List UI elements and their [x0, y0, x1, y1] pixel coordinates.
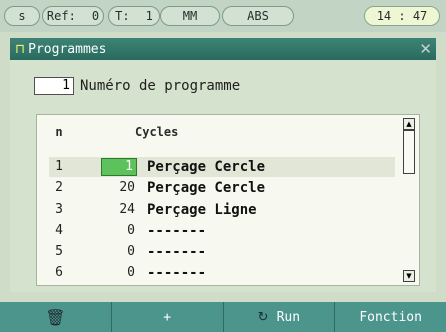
status-bar: s Ref: 0 T: 1 MM ABS 14 : 47: [0, 0, 446, 32]
function-label: Fonction: [359, 309, 422, 325]
close-icon[interactable]: ✕: [419, 40, 432, 58]
column-header-cycles: Cycles: [135, 125, 179, 139]
softkey-bar: 🗑 + ↻ Run Fonction: [0, 302, 446, 332]
run-softkey[interactable]: ↻ Run: [224, 302, 336, 332]
cycle-name: -------: [147, 223, 207, 239]
window-title: Programmes: [28, 41, 107, 57]
function-softkey[interactable]: Fonction: [335, 302, 446, 332]
table-row[interactable]: 2 20 Perçage Cercle: [49, 178, 395, 198]
cycle-name: -------: [147, 265, 207, 281]
delete-softkey[interactable]: 🗑: [0, 302, 112, 332]
ref-label: Ref:: [46, 9, 76, 23]
cycles-list: n Cycles 1 1 Perçage Cercle 2 20 Perçage…: [36, 114, 420, 286]
clock-value: 14 : 47: [376, 9, 428, 23]
window-titlebar: ⊓ Programmes ✕: [10, 38, 436, 60]
table-row[interactable]: 4 0 -------: [49, 221, 395, 241]
add-label: +: [163, 309, 172, 325]
mode-value: s: [18, 9, 26, 23]
window-body: 1 Numéro de programme n Cycles 1 1 Perça…: [10, 60, 436, 292]
program-number-label: Numéro de programme: [80, 78, 241, 94]
ref-value: 0: [91, 9, 100, 23]
trash-icon: 🗑: [45, 307, 66, 327]
cycle-value: 24: [119, 202, 135, 217]
unit-indicator: MM: [160, 6, 220, 26]
run-label: Run: [276, 309, 301, 325]
clock: 14 : 47: [364, 6, 440, 26]
coord-mode-value: ABS: [247, 9, 269, 23]
scroll-up-icon[interactable]: ▲: [403, 118, 415, 130]
row-number: 5: [55, 244, 63, 259]
row-number: 4: [55, 223, 63, 238]
ref-indicator: Ref: 0: [42, 6, 104, 26]
cycle-value: 0: [127, 223, 135, 238]
coord-mode-indicator: ABS: [222, 6, 294, 26]
cycle-name: Perçage Ligne: [147, 202, 257, 218]
cycle-value: 0: [127, 244, 135, 259]
mode-indicator: s: [4, 6, 40, 26]
tool-indicator: T: 1: [108, 6, 160, 26]
table-row[interactable]: 5 0 -------: [49, 242, 395, 262]
scroll-down-icon[interactable]: ▼: [403, 270, 415, 282]
column-header-n: n: [55, 125, 63, 139]
cycle-value-input[interactable]: 1: [101, 158, 137, 176]
tool-label: T:: [115, 9, 130, 23]
row-number: 2: [55, 180, 63, 195]
tool-value: 1: [145, 9, 153, 23]
table-row[interactable]: 6 0 -------: [49, 263, 395, 283]
row-number: 6: [55, 265, 63, 280]
cycle-name: -------: [147, 244, 207, 260]
cycle-name: Perçage Cercle: [147, 159, 266, 175]
program-number-field[interactable]: 1: [34, 77, 74, 95]
cycle-value: 0: [127, 265, 135, 280]
cycle-value: 20: [119, 180, 135, 195]
add-softkey[interactable]: +: [112, 302, 224, 332]
row-number: 3: [55, 202, 63, 217]
table-row[interactable]: 3 24 Perçage Ligne: [49, 200, 395, 220]
run-icon: ↻: [257, 309, 269, 325]
scroll-thumb[interactable]: [403, 130, 415, 174]
unit-value: MM: [182, 9, 198, 23]
row-number: 1: [55, 159, 63, 174]
list-scrollbar[interactable]: ▲ ▼: [403, 118, 415, 282]
table-row[interactable]: 1 1 Perçage Cercle: [49, 157, 395, 177]
cycle-name: Perçage Cercle: [147, 180, 266, 196]
program-icon: ⊓: [15, 41, 26, 57]
